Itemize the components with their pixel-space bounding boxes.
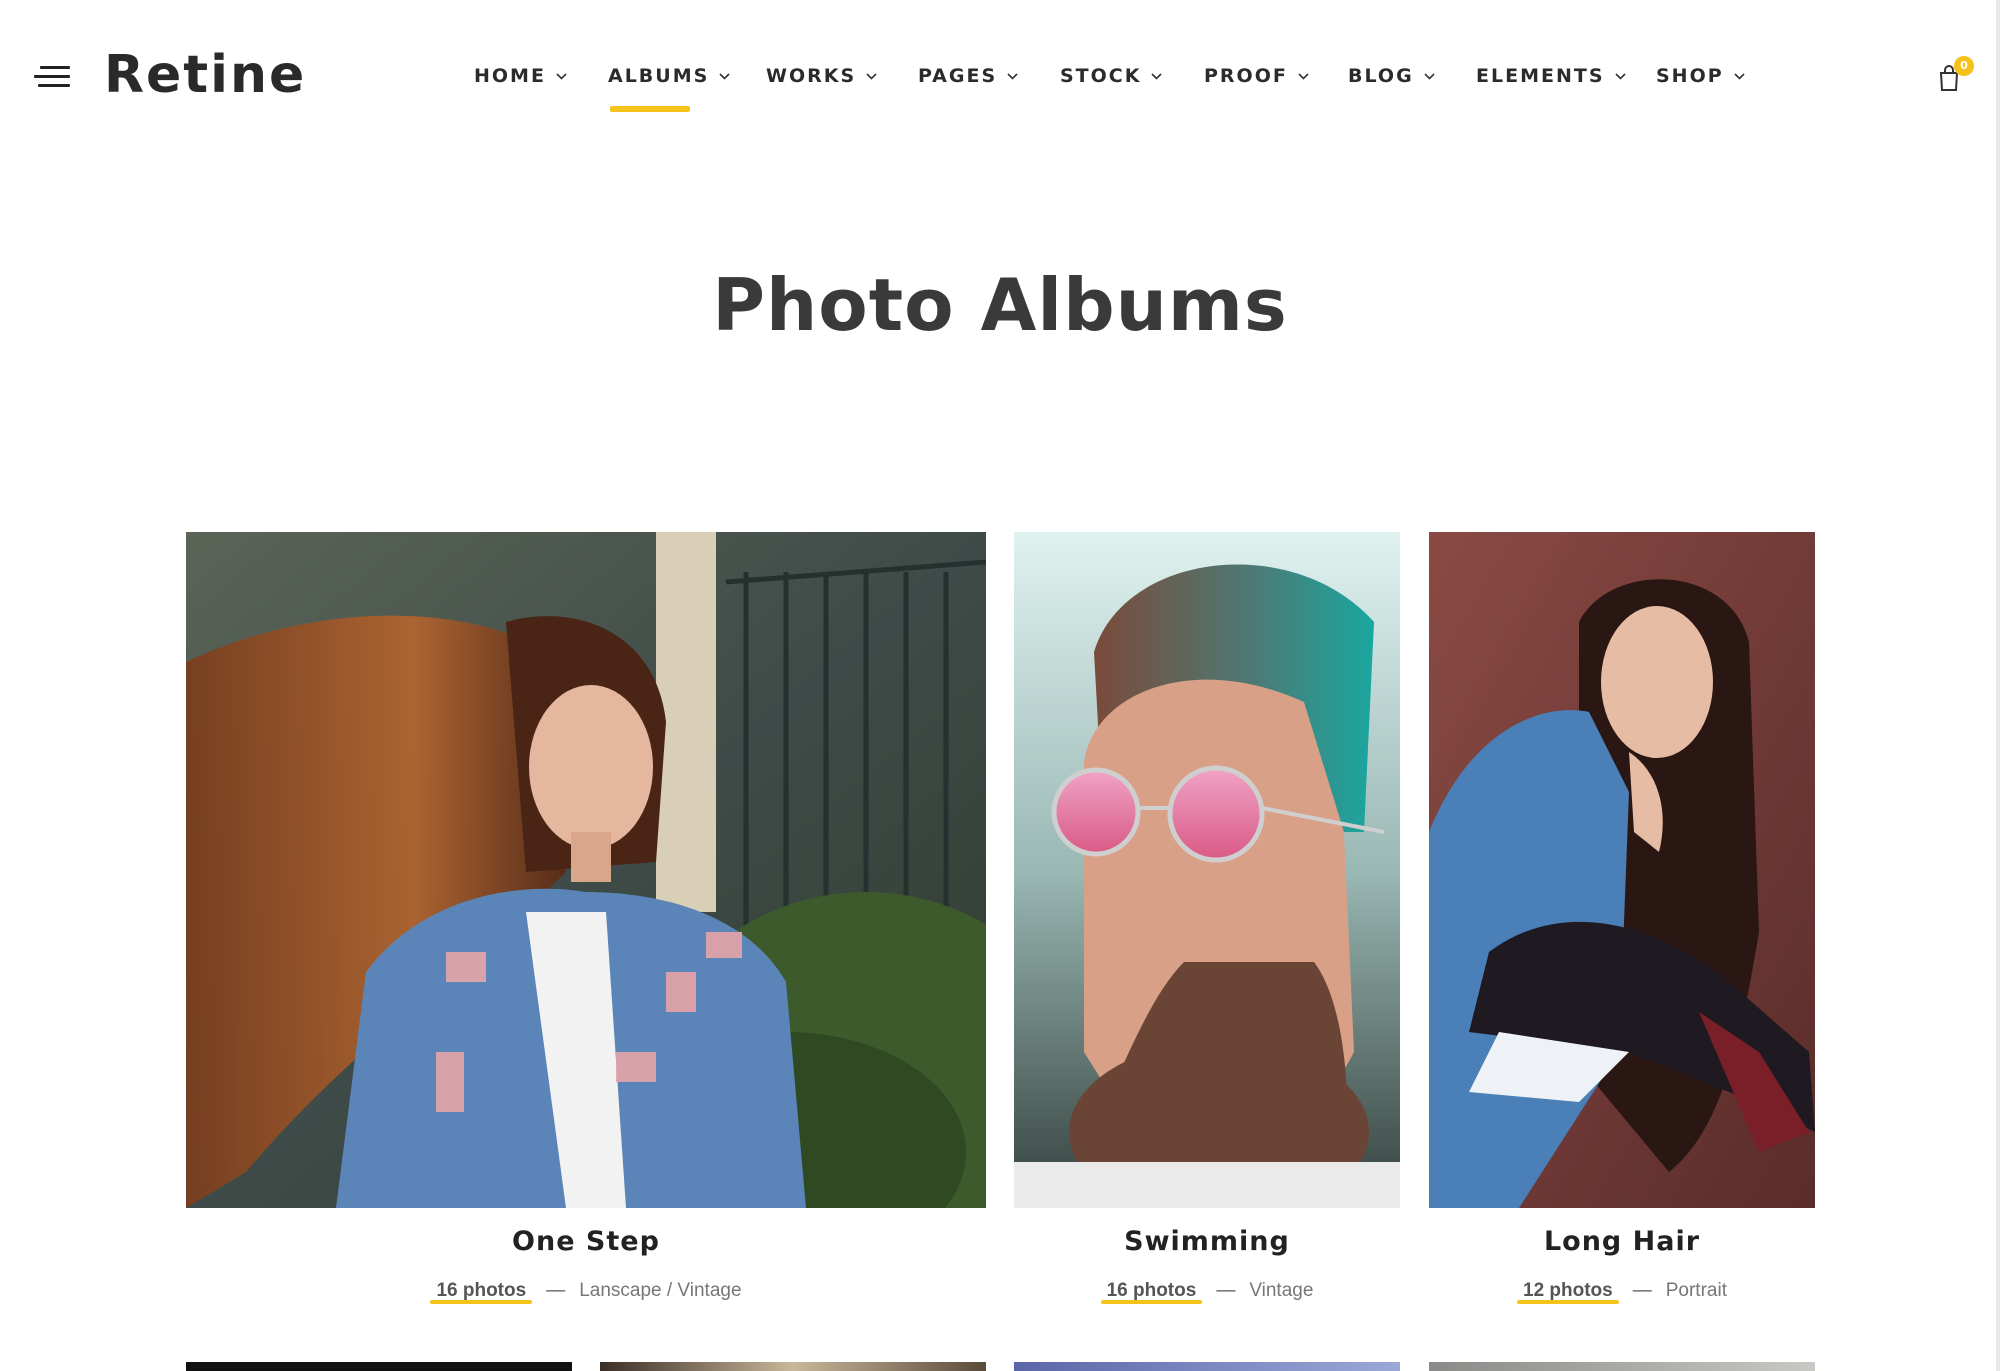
album-tags[interactable]: Lanscape / Vintage <box>579 1280 741 1301</box>
nav-item-proof[interactable]: PROOF <box>1204 58 1309 98</box>
nav-item-works[interactable]: WORKS <box>766 58 877 98</box>
chevron-down-icon <box>719 73 730 80</box>
chevron-down-icon <box>1614 73 1626 80</box>
nav-item-pages[interactable]: PAGES <box>918 58 1018 98</box>
nav-item-albums[interactable]: ALBUMS <box>608 58 730 98</box>
album-photo-count[interactable]: 16 photos <box>1100 1280 1203 1304</box>
nav-label: PAGES <box>918 65 998 87</box>
meta-separator: — <box>1632 1280 1652 1301</box>
chevron-down-icon <box>1734 73 1745 80</box>
album-meta: 12 photos — Portrait <box>1429 1280 1815 1304</box>
chevron-down-icon <box>866 73 877 80</box>
nav-label: WORKS <box>766 65 857 87</box>
nav-label: PROOF <box>1204 65 1288 87</box>
nav-label: BLOG <box>1348 65 1414 87</box>
nav-item-stock[interactable]: STOCK <box>1060 58 1163 98</box>
album-cover-next[interactable] <box>1014 1362 1400 1371</box>
nav-label: SHOP <box>1656 65 1724 87</box>
page-title: Photo Albums <box>712 263 1288 347</box>
album-title[interactable]: Swimming <box>1014 1226 1400 1257</box>
chevron-down-icon <box>1151 73 1163 80</box>
album-photo-count[interactable]: 16 photos <box>430 1280 532 1304</box>
album-cover-next[interactable] <box>1429 1362 1815 1371</box>
nav-item-elements[interactable]: ELEMENTS <box>1476 58 1626 98</box>
meta-separator: — <box>1216 1280 1236 1301</box>
page-scrollbar[interactable] <box>1996 0 2000 1371</box>
site-header: Retine HOME ALBUMS WORKS PAGES STOCK PRO… <box>0 0 2000 150</box>
chevron-down-icon <box>1298 73 1309 80</box>
cart-count-badge: 0 <box>1954 56 1974 76</box>
active-nav-indicator <box>610 106 690 112</box>
album-cover-swimming[interactable] <box>1014 532 1400 1208</box>
main-nav: HOME ALBUMS WORKS PAGES STOCK PROOF BLOG… <box>0 58 2000 98</box>
nav-item-shop[interactable]: SHOP <box>1656 58 1745 98</box>
album-title[interactable]: Long Hair <box>1429 1226 1815 1257</box>
album-cover-long-hair[interactable] <box>1429 532 1815 1208</box>
page: Retine HOME ALBUMS WORKS PAGES STOCK PRO… <box>0 0 2000 1371</box>
album-meta: 16 photos — Lanscape / Vintage <box>186 1280 986 1304</box>
album-cover-next[interactable] <box>186 1362 572 1371</box>
album-meta: 16 photos — Vintage <box>1014 1280 1400 1304</box>
album-tags[interactable]: Portrait <box>1666 1280 1727 1301</box>
nav-label: HOME <box>474 65 546 87</box>
album-cover-one-step[interactable] <box>186 532 986 1208</box>
nav-item-home[interactable]: HOME <box>474 58 567 98</box>
album-title[interactable]: One Step <box>186 1226 986 1257</box>
nav-label: ALBUMS <box>608 65 710 87</box>
chevron-down-icon <box>1424 73 1435 80</box>
meta-separator: — <box>546 1280 566 1301</box>
album-tags[interactable]: Vintage <box>1249 1280 1313 1301</box>
nav-label: STOCK <box>1060 65 1142 87</box>
album-cover-next[interactable] <box>600 1362 986 1371</box>
nav-label: ELEMENTS <box>1476 65 1605 87</box>
nav-item-blog[interactable]: BLOG <box>1348 58 1435 98</box>
chevron-down-icon <box>556 73 567 80</box>
chevron-down-icon <box>1007 73 1018 80</box>
album-photo-count[interactable]: 12 photos <box>1517 1280 1619 1304</box>
